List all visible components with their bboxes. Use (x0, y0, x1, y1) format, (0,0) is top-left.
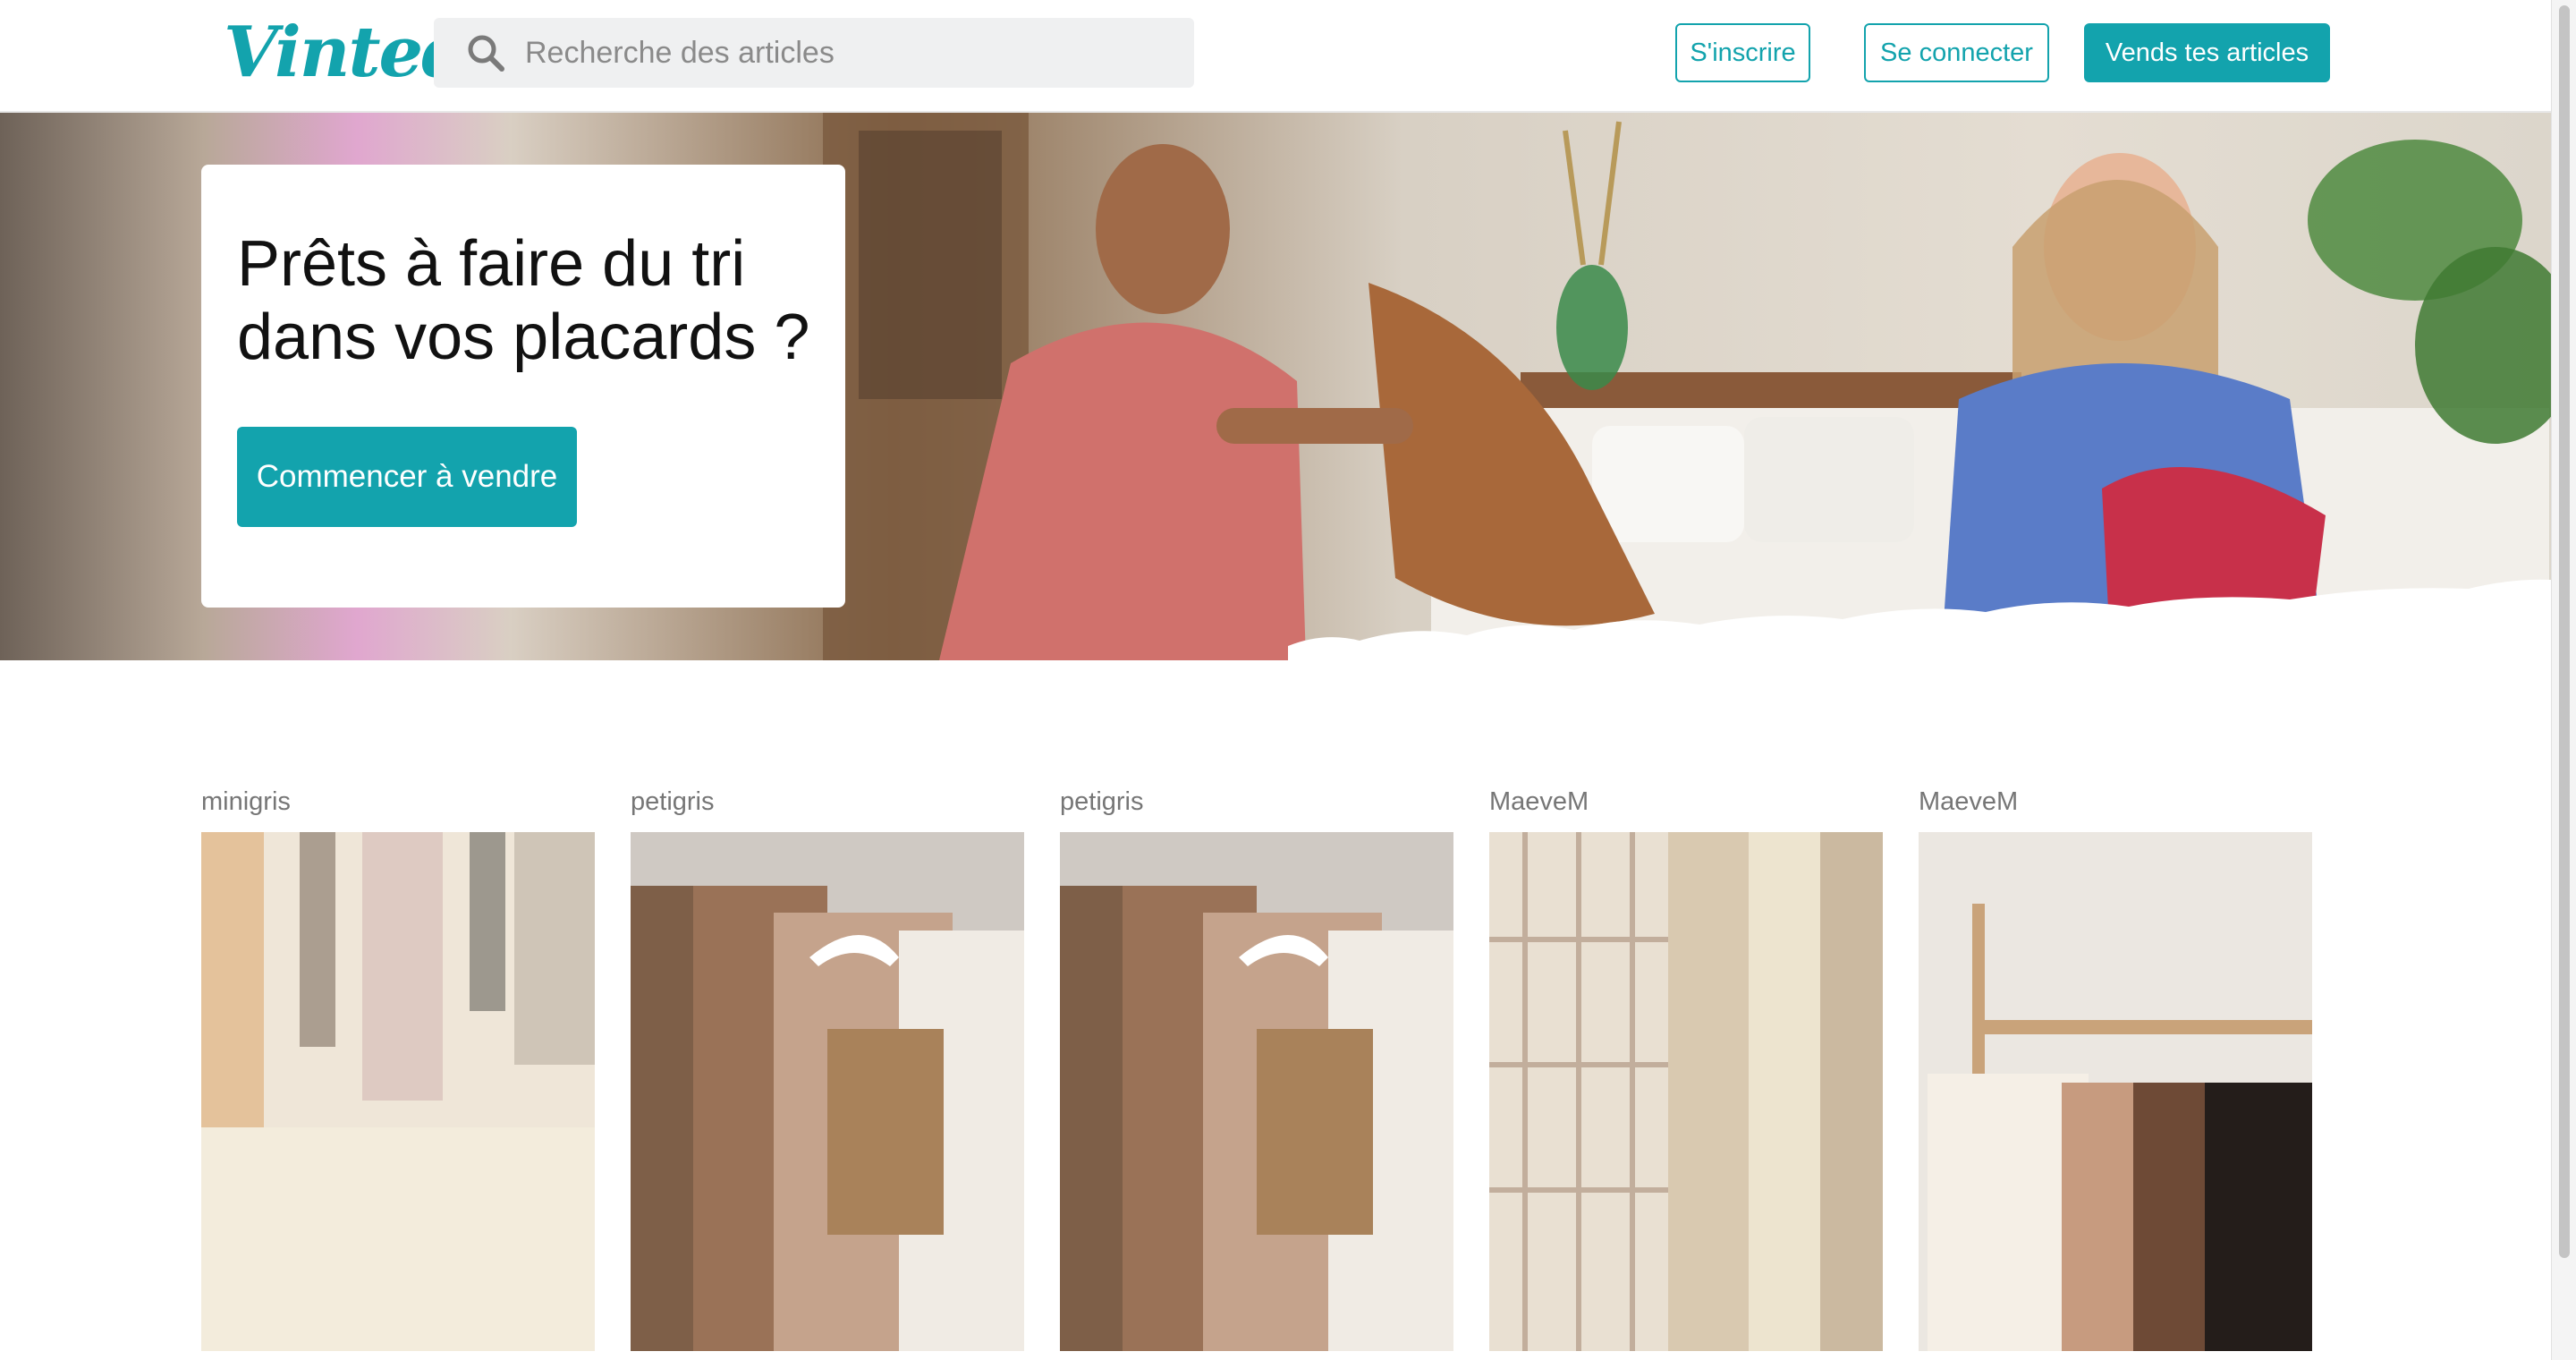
page-scrollbar[interactable] (2551, 0, 2576, 1360)
listing-photo[interactable] (1060, 832, 1453, 1351)
vinted-logo[interactable]: Vinted (224, 13, 470, 93)
signup-button[interactable]: S'inscrire (1675, 23, 1810, 82)
listing-item[interactable]: minigris (201, 769, 595, 1360)
search-input[interactable] (523, 18, 1176, 88)
hero-banner: Prêts à faire du tri dans vos placards ?… (0, 113, 2551, 660)
search-icon (468, 35, 504, 72)
listing-grid: minigris petigris petigris MaeveM MaeveM (0, 769, 2551, 1360)
seller-name[interactable]: MaeveM (1489, 787, 1589, 817)
listing-item[interactable]: petigris (1060, 769, 1453, 1360)
listing-photo[interactable] (631, 832, 1024, 1351)
listing-photo[interactable] (201, 832, 595, 1351)
listing-item[interactable]: petigris (631, 769, 1024, 1360)
search-bar[interactable] (434, 18, 1194, 88)
listing-item[interactable]: MaeveM (1489, 769, 1883, 1360)
seller-name[interactable]: petigris (631, 787, 715, 817)
listing-item[interactable]: MaeveM (1919, 769, 2312, 1360)
login-button[interactable]: Se connecter (1864, 23, 2049, 82)
listing-photo[interactable] (1489, 832, 1883, 1351)
hero-title: Prêts à faire du tri dans vos placards ? (237, 228, 810, 373)
seller-name[interactable]: MaeveM (1919, 787, 2018, 817)
sell-items-button[interactable]: Vends tes articles (2084, 23, 2330, 82)
seller-name[interactable]: minigris (201, 787, 291, 817)
top-header: Vinted S'inscrire Se connecter Vends tes… (0, 0, 2576, 113)
start-selling-button[interactable]: Commencer à vendre (237, 427, 577, 527)
seller-name[interactable]: petigris (1060, 787, 1144, 817)
scrollbar-thumb[interactable] (2559, 5, 2570, 1258)
listing-photo[interactable] (1919, 832, 2312, 1351)
hero-card: Prêts à faire du tri dans vos placards ?… (201, 165, 845, 608)
